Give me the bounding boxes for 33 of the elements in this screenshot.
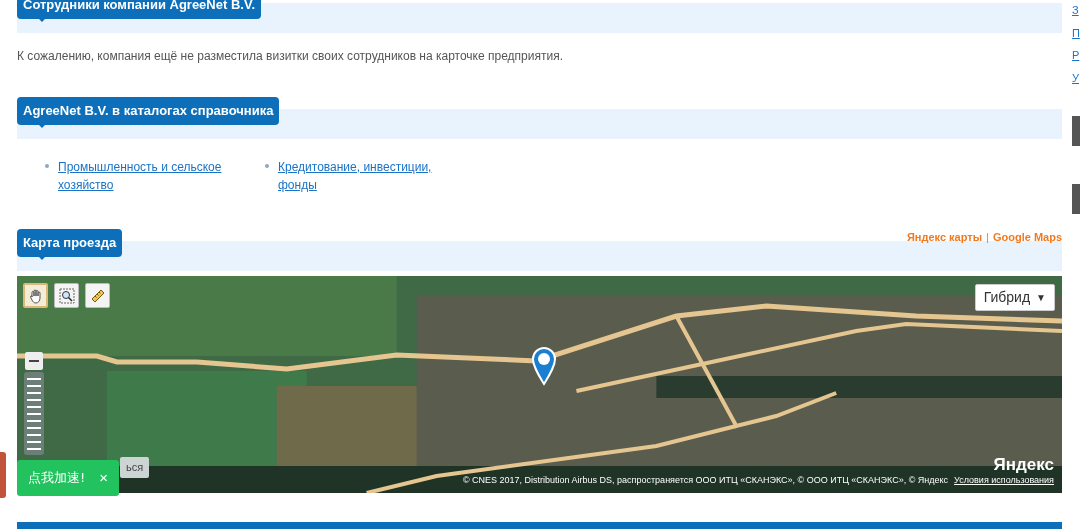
heading-pointer-icon	[37, 123, 47, 128]
section-heading: AgreeNet B.V. в каталогах справочника	[17, 97, 280, 125]
catalog-link[interactable]: Промышленность и сельское хозяйство	[58, 158, 235, 194]
sidebar-link[interactable]: П	[1072, 24, 1080, 41]
catalog-link[interactable]: Кредитование, инвестиции, фонды	[278, 158, 455, 194]
section-heading: Сотрудники компании AgreeNet B.V.	[17, 0, 261, 19]
section-heading: Карта проезда	[17, 229, 123, 257]
sidebar-link[interactable]: Р	[1072, 47, 1080, 64]
sidebar-thumbnail	[1072, 184, 1080, 214]
location-pin-icon	[531, 346, 557, 386]
ruler-icon	[89, 287, 106, 304]
zoom-out-button[interactable]	[25, 352, 43, 370]
sidebar-link[interactable]: У	[1072, 69, 1080, 86]
hand-icon	[27, 287, 44, 304]
map-button[interactable]: ься	[120, 457, 150, 478]
map-logo: Яндекс	[993, 454, 1054, 476]
bullet-icon	[265, 164, 269, 168]
map-type-dropdown[interactable]: Гибрид ▼	[974, 284, 1055, 311]
terms-link[interactable]: Условия использования	[954, 473, 1054, 487]
map-tool-button[interactable]	[54, 283, 79, 308]
info-text: К сожалению, компания ещё не разместила визитки своих сотрудников на карточке предприятия.	[17, 48, 564, 65]
provider-link[interactable]: Google Maps	[992, 229, 1062, 246]
separator-text: |	[986, 230, 989, 245]
map-tool-button[interactable]	[85, 283, 110, 308]
bullet-icon	[45, 164, 49, 168]
copyright-text: © CNES 2017, Distribution Airbus DS, распространяется ООО ИТЦ «СКАНЭКС», © ООО ИТЦ «СКАНЭКС», © Яндекс	[462, 473, 949, 487]
heading-pointer-icon	[37, 17, 47, 22]
map-tool-button[interactable]	[23, 283, 48, 308]
provider-link[interactable]: Яндекс карты	[906, 229, 983, 246]
sidebar-thumbnail	[1072, 116, 1080, 146]
heading-pointer-icon	[37, 255, 47, 260]
zoom-icon	[58, 287, 75, 304]
sidebar-link[interactable]: З	[1072, 2, 1080, 19]
